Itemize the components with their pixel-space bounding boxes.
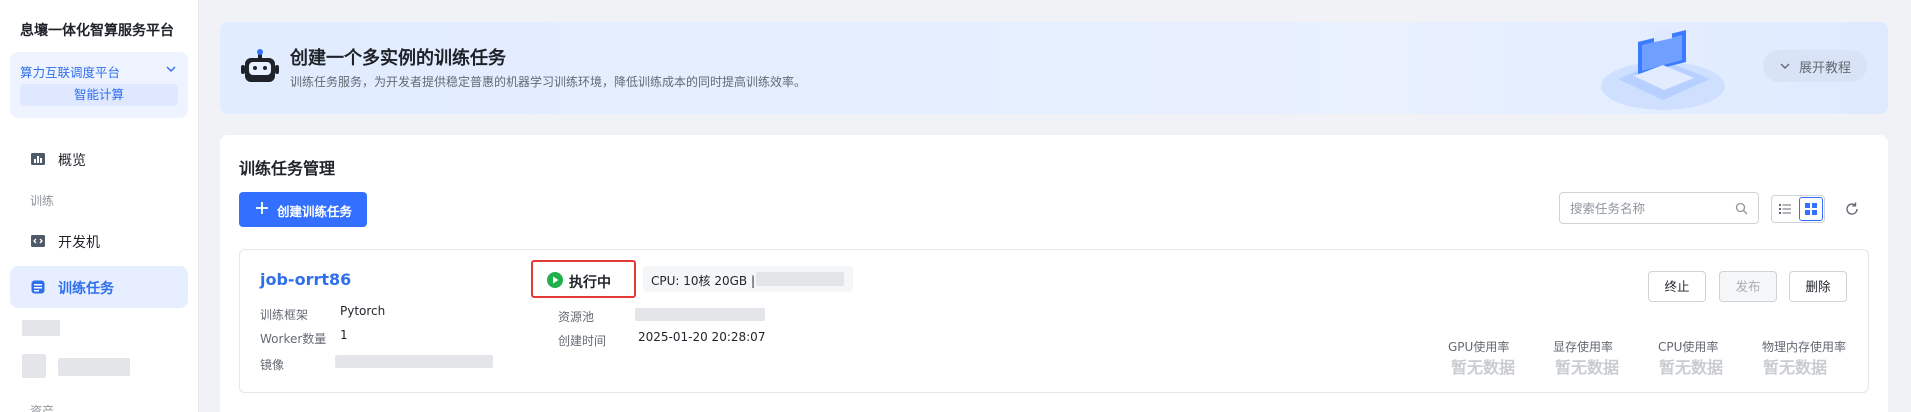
search-icon[interactable]	[1735, 202, 1748, 215]
sidebar-item-overview[interactable]: 概览	[10, 138, 188, 180]
robot-icon	[241, 49, 279, 82]
redacted-nav-item	[22, 320, 60, 336]
list-icon	[1779, 204, 1791, 214]
nav-section-assets: 资产	[30, 404, 55, 412]
banner-title: 创建一个多实例的训练任务	[290, 48, 506, 69]
redacted-resource	[756, 272, 844, 286]
nav-section-training: 训练	[30, 194, 55, 208]
metric-label-gpu: GPU使用率	[1448, 340, 1510, 354]
terminate-button[interactable]: 终止	[1648, 271, 1706, 302]
laptop-illustration-icon	[1601, 26, 1725, 110]
field-label-resource-pool: 资源池	[558, 310, 595, 324]
field-label-framework: 训练框架	[260, 308, 309, 322]
field-value-worker-count: 1	[340, 328, 348, 342]
job-name-link[interactable]: job-orrt86	[260, 270, 351, 289]
view-toggle	[1771, 195, 1825, 223]
platform-title: 算力互联调度平台	[20, 65, 121, 80]
metric-value-vram: 暂无数据	[1555, 358, 1620, 377]
sidebar-item-label: 训练任务	[58, 281, 114, 297]
banner-description: 训练任务服务，为开发者提供稳定普惠的机器学习训练环境，降低训练成本的同时提高训练…	[290, 75, 807, 89]
resource-spec: CPU: 10核 20GB |	[643, 266, 853, 292]
tutorial-banner: 创建一个多实例的训练任务 训练任务服务，为开发者提供稳定普惠的机器学习训练环境，…	[220, 22, 1888, 114]
metric-label-cpu: CPU使用率	[1658, 340, 1719, 354]
page-title: 训练任务管理	[239, 159, 336, 178]
brand-title: 息壤一体化智算服务平台	[20, 23, 174, 39]
job-card[interactable]: job-orrt86 训练框架 Pytorch Worker数量 1 镜像 执行…	[239, 249, 1869, 393]
metric-label-memory: 物理内存使用率	[1762, 340, 1847, 354]
card-view-button[interactable]	[1799, 197, 1823, 221]
code-window-icon	[31, 235, 45, 247]
delete-button[interactable]: 删除	[1789, 271, 1847, 302]
grid-icon	[1804, 202, 1817, 215]
status-badge: 执行中	[531, 260, 636, 298]
list-view-button[interactable]	[1773, 197, 1797, 221]
chevron-down-icon	[166, 66, 176, 72]
bar-chart-icon	[31, 153, 45, 165]
field-label-worker-count: Worker数量	[260, 332, 327, 346]
field-value-created-time: 2025-01-20 20:28:07	[638, 330, 766, 344]
field-value-framework: Pytorch	[340, 304, 386, 318]
refresh-icon[interactable]	[1844, 201, 1860, 217]
publish-button[interactable]: 发布	[1719, 271, 1777, 302]
create-training-task-button[interactable]: 创建训练任务	[239, 192, 367, 227]
sidebar-item-label: 概览	[58, 153, 86, 169]
expand-tutorial-button[interactable]: 展开教程	[1763, 50, 1867, 82]
sidebar-item-training-tasks[interactable]: 训练任务	[10, 266, 188, 308]
sidebar-item-devmachine[interactable]: 开发机	[10, 220, 188, 262]
redacted-nav-icon	[22, 354, 46, 378]
platform-chip[interactable]: 智能计算	[20, 84, 178, 106]
status-label: 执行中	[569, 275, 611, 291]
task-list-icon	[31, 280, 45, 294]
field-value-resource-pool	[635, 308, 765, 321]
search-input[interactable]	[1570, 199, 1730, 217]
redacted-nav-item	[58, 358, 130, 376]
metric-value-cpu: 暂无数据	[1659, 358, 1724, 377]
create-button-label: 创建训练任务	[277, 204, 353, 219]
expand-tutorial-label: 展开教程	[1799, 61, 1852, 76]
platform-switcher[interactable]: 算力互联调度平台 智能计算	[10, 52, 188, 118]
field-label-image: 镜像	[260, 358, 285, 372]
chevron-down-icon	[1780, 63, 1790, 69]
metric-value-memory: 暂无数据	[1763, 358, 1828, 377]
search-box	[1559, 192, 1759, 224]
plus-icon	[256, 202, 268, 214]
sidebar: 息壤一体化智算服务平台 算力互联调度平台 智能计算 概览 训练 开发机 训练任务…	[0, 0, 199, 412]
sidebar-item-label: 开发机	[58, 235, 100, 251]
resource-spec-text: CPU: 10核 20GB |	[651, 274, 755, 288]
metric-label-vram: 显存使用率	[1553, 340, 1614, 354]
training-task-panel: 训练任务管理 创建训练任务 job-orrt86 训练框架 Pytorch Wo…	[220, 135, 1888, 412]
play-circle-icon	[547, 272, 563, 288]
field-value-image	[335, 355, 493, 368]
metric-value-gpu: 暂无数据	[1451, 358, 1516, 377]
field-label-created-time: 创建时间	[558, 334, 607, 348]
